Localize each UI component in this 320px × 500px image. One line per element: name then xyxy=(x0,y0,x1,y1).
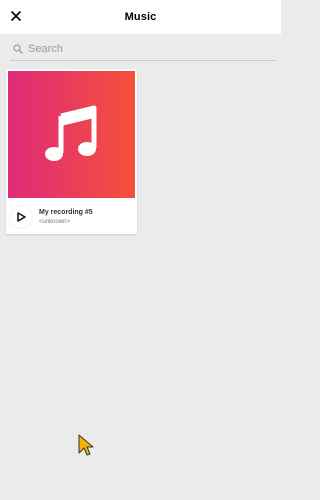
music-card[interactable]: My recording #5 <unknown> xyxy=(6,69,137,234)
close-button[interactable] xyxy=(8,8,24,24)
search-input[interactable] xyxy=(28,43,268,55)
track-info: My recording #5 <unknown> xyxy=(6,201,137,234)
search-icon xyxy=(12,43,24,55)
album-cover[interactable] xyxy=(8,71,135,198)
close-icon xyxy=(11,11,21,21)
play-icon xyxy=(17,212,26,222)
play-button[interactable] xyxy=(10,206,32,228)
mouse-pointer-icon xyxy=(78,434,94,456)
track-artist: <unknown> xyxy=(39,219,71,225)
page-title: Music xyxy=(124,11,157,23)
track-title: My recording #5 xyxy=(39,209,93,216)
top-bar: Music xyxy=(0,0,281,34)
music-note-icon xyxy=(44,105,96,161)
search-bar[interactable] xyxy=(10,38,276,61)
